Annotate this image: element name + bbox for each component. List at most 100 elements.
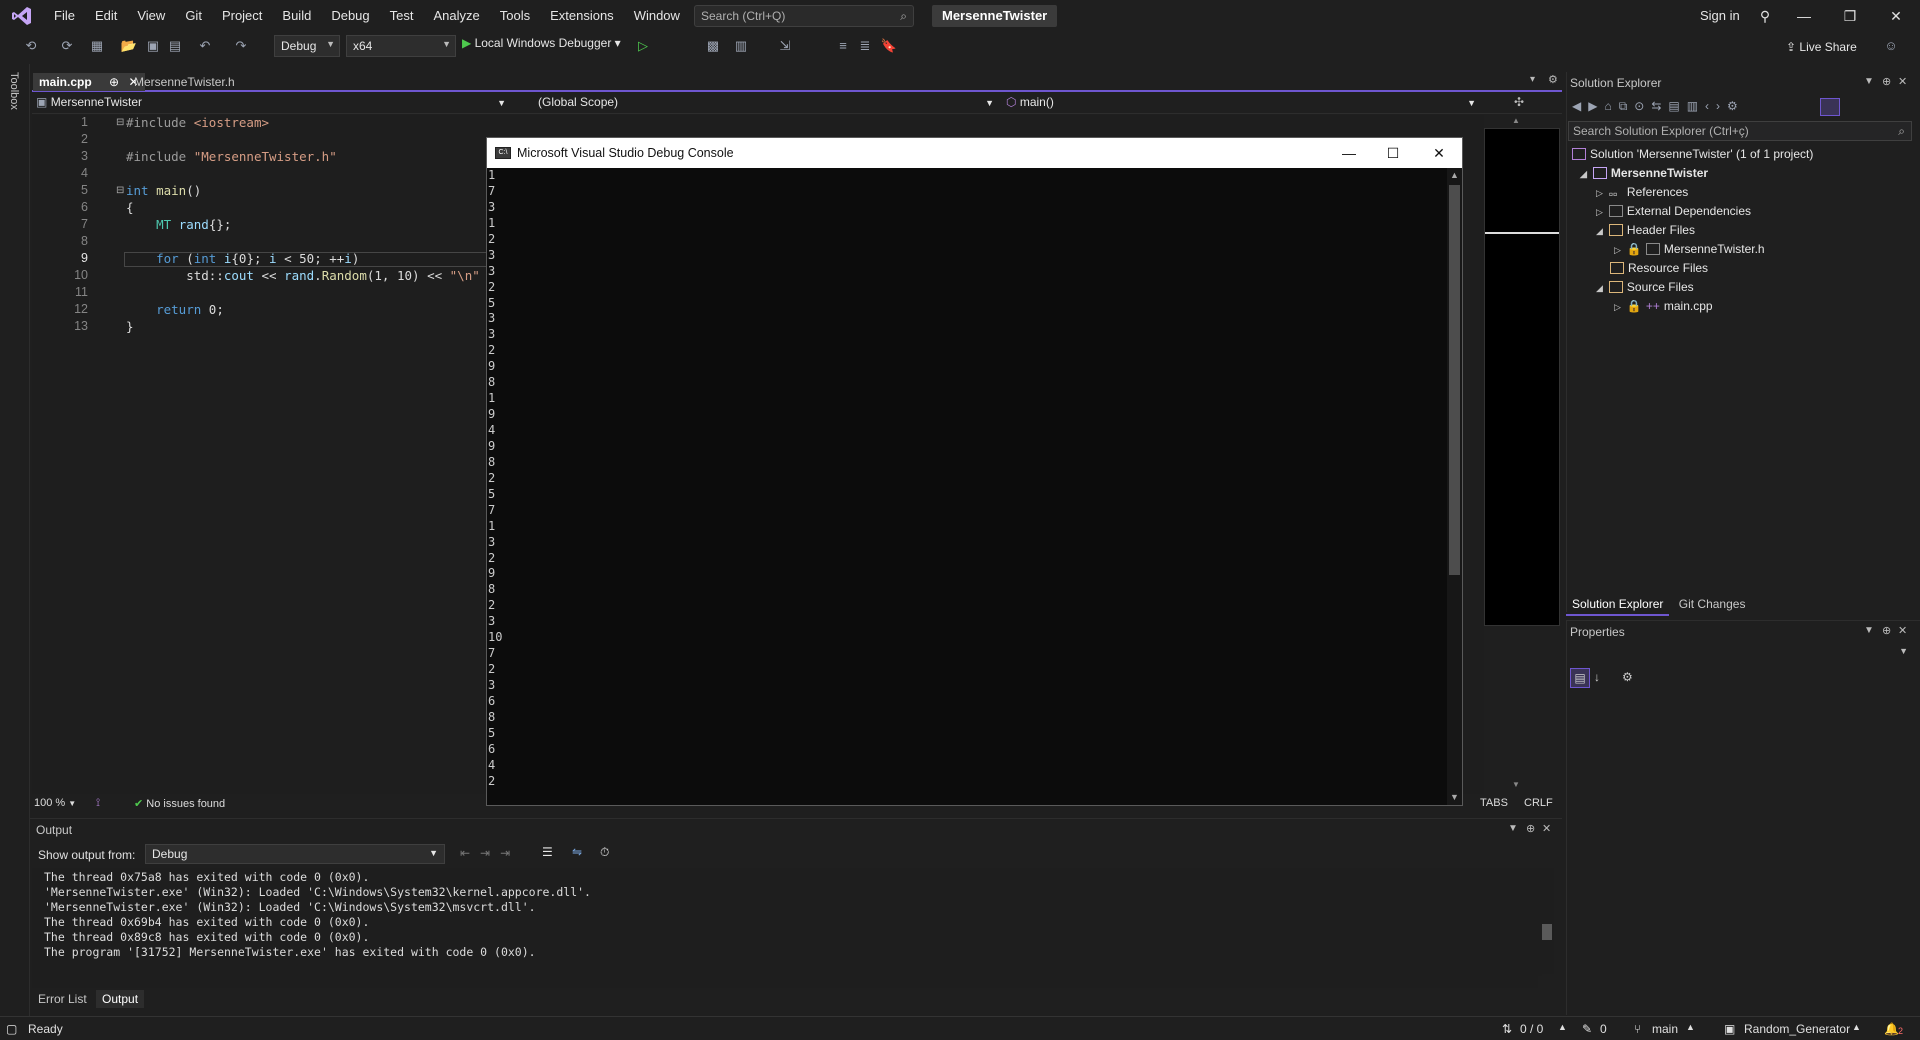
- menu-build[interactable]: Build: [272, 0, 321, 32]
- toolbox-strip[interactable]: Toolbox: [0, 64, 30, 1028]
- console-scroll-thumb[interactable]: [1449, 185, 1460, 575]
- pin-icon[interactable]: ⊕: [1526, 822, 1535, 835]
- alphabetical-icon[interactable]: ↓: [1594, 670, 1600, 684]
- console-maximize-button[interactable]: ☐: [1373, 142, 1413, 164]
- menu-debug[interactable]: Debug: [321, 0, 379, 32]
- back-icon[interactable]: ⟲: [22, 37, 40, 55]
- tree-project[interactable]: ◢ MersenneTwister: [1580, 164, 1708, 183]
- pending-edits[interactable]: 0: [1600, 1022, 1607, 1036]
- intellicode-icon[interactable]: ⟟: [96, 797, 100, 810]
- tab-solution-explorer[interactable]: Solution Explorer: [1566, 594, 1670, 616]
- new-project-icon[interactable]: ▦: [88, 37, 106, 55]
- menu-tools[interactable]: Tools: [490, 0, 540, 32]
- start-without-debugging-icon[interactable]: ▷: [634, 37, 652, 55]
- sync-arrows-icon[interactable]: ⇅: [1502, 1022, 1512, 1036]
- undo-icon[interactable]: ↶: [196, 37, 214, 55]
- solution-search-input[interactable]: Search Solution Explorer (Ctrl+ç) ⌕: [1568, 121, 1912, 141]
- line-ending[interactable]: CRLF: [1524, 797, 1553, 809]
- tree-resource-files[interactable]: Resource Files: [1610, 259, 1708, 278]
- console-scroll-up-icon[interactable]: ▲: [1450, 170, 1459, 180]
- tree-solution[interactable]: Solution 'MersenneTwister' (1 of 1 proje…: [1572, 145, 1813, 164]
- step-icon[interactable]: ⇲: [776, 37, 794, 55]
- tab-output[interactable]: Output: [96, 990, 145, 1008]
- tree-header-files[interactable]: ◢ Header Files: [1596, 221, 1695, 240]
- close-panel-icon[interactable]: ✕: [1898, 75, 1907, 88]
- restore-button[interactable]: ❐: [1830, 4, 1870, 28]
- collapse-icon[interactable]: ⊟: [116, 117, 124, 128]
- sync-status[interactable]: 0 / 0: [1520, 1022, 1543, 1036]
- timestamp-clock-icon[interactable]: ⏱: [600, 845, 609, 860]
- live-share-button[interactable]: ⇪ Live Share: [1786, 40, 1857, 54]
- output-scroll-thumb[interactable]: [1542, 924, 1552, 940]
- pin-icon[interactable]: ⊕: [1882, 624, 1891, 637]
- debug-console-title-bar[interactable]: C:\ Microsoft Visual Studio Debug Consol…: [487, 138, 1462, 168]
- pin-icon[interactable]: ⊕: [1882, 75, 1891, 88]
- split-icon[interactable]: ✣: [1514, 95, 1524, 109]
- branch-name[interactable]: main: [1652, 1022, 1678, 1036]
- collapse-icon[interactable]: ⊟: [116, 185, 124, 196]
- repository-icon[interactable]: ▣: [1724, 1022, 1735, 1036]
- function-dropdown[interactable]: ⬡ main() ▼: [1006, 95, 1482, 113]
- tab-error-list[interactable]: Error List: [32, 990, 93, 1008]
- minimap[interactable]: [1484, 128, 1560, 626]
- tree-references[interactable]: ▷ ▫▫ References: [1596, 183, 1688, 202]
- menu-edit[interactable]: Edit: [85, 0, 127, 32]
- layout-icon[interactable]: ▥: [732, 37, 750, 55]
- panel-menu-chevron-down-icon[interactable]: ▼: [1864, 625, 1874, 636]
- menu-view[interactable]: View: [127, 0, 175, 32]
- forward-icon[interactable]: ⟳: [58, 37, 76, 55]
- scope-dropdown[interactable]: (Global Scope) ▼: [538, 95, 1000, 113]
- menu-extensions[interactable]: Extensions: [540, 0, 624, 32]
- properties-object-select[interactable]: ▼: [1568, 644, 1912, 664]
- configuration-select[interactable]: Debug ▼: [274, 35, 340, 57]
- panel-menu-chevron-down-icon[interactable]: ▼: [1508, 823, 1518, 834]
- scroll-down-icon[interactable]: ▼: [1512, 780, 1520, 789]
- pencil-icon[interactable]: ✎: [1582, 1022, 1592, 1036]
- scroll-up-icon[interactable]: ▲: [1512, 116, 1520, 125]
- tree-external-dependencies[interactable]: ▷ External Dependencies: [1596, 202, 1751, 221]
- panel-menu-chevron-down-icon[interactable]: ▼: [1864, 76, 1874, 87]
- output-toolbar[interactable]: ⇤⇥⇥: [460, 846, 520, 860]
- open-icon[interactable]: 📂: [120, 37, 138, 55]
- close-panel-icon[interactable]: ✕: [1898, 624, 1907, 637]
- console-close-button[interactable]: ✕: [1419, 142, 1459, 164]
- start-debugger-button[interactable]: ▶ Local Windows Debugger ▾: [462, 36, 621, 50]
- browse-icon[interactable]: ▩: [704, 37, 722, 55]
- solution-explorer-toolbar[interactable]: ◀▶⌂⧉⊙⇆▤▥‹›⚙: [1572, 99, 1745, 114]
- bookmark-icon[interactable]: 🔖: [880, 37, 898, 55]
- notifications-count[interactable]: 2: [1898, 1026, 1903, 1036]
- indent-mode[interactable]: TABS: [1480, 797, 1508, 809]
- console-minimize-button[interactable]: —: [1329, 142, 1369, 164]
- console-scroll-down-icon[interactable]: ▼: [1450, 792, 1459, 802]
- tab-git-changes[interactable]: Git Changes: [1673, 594, 1752, 614]
- menu-git[interactable]: Git: [175, 0, 212, 32]
- tab-mersennetwister-h[interactable]: MersenneTwister.h: [128, 73, 241, 91]
- menu-test[interactable]: Test: [380, 0, 424, 32]
- visual-studio-logo-icon[interactable]: [0, 0, 44, 32]
- output-scrollbar[interactable]: [1540, 868, 1554, 974]
- property-pages-icon[interactable]: ⚙: [1622, 670, 1633, 684]
- save-icon[interactable]: ▣: [144, 37, 162, 55]
- close-panel-icon[interactable]: ✕: [1542, 822, 1551, 835]
- tree-source-files[interactable]: ◢ Source Files: [1596, 278, 1694, 297]
- pin-icon[interactable]: ⊕: [109, 75, 119, 89]
- chevron-up-icon[interactable]: ▲: [1558, 1022, 1567, 1032]
- sign-in-link[interactable]: Sign in: [1700, 8, 1740, 23]
- project-dropdown[interactable]: ▣ MersenneTwister ▼: [36, 95, 512, 113]
- repository-name[interactable]: Random_Generator: [1744, 1022, 1850, 1036]
- save-all-icon[interactable]: ▤: [166, 37, 184, 55]
- menu-file[interactable]: File: [44, 0, 85, 32]
- close-button[interactable]: ✕: [1876, 4, 1916, 28]
- feedback-icon[interactable]: ☺: [1882, 37, 1900, 55]
- minimize-button[interactable]: —: [1784, 4, 1824, 28]
- word-wrap-icon[interactable]: ⇋: [572, 845, 582, 859]
- clear-all-icon[interactable]: ☰: [542, 845, 553, 859]
- zoom-select[interactable]: 100 % ▼: [34, 797, 76, 809]
- chevron-up-icon[interactable]: ▲: [1852, 1022, 1861, 1032]
- solution-name-badge[interactable]: MersenneTwister: [932, 5, 1058, 27]
- menu-window[interactable]: Window: [624, 0, 690, 32]
- debug-console-output[interactable]: 1 7 3 1 2 3 3 2 5 3 3 2 9 8 1 9 4 9 8 2 …: [487, 168, 1447, 805]
- categorized-icon[interactable]: ▤: [1570, 668, 1590, 688]
- preview-selected-icon[interactable]: [1820, 98, 1840, 116]
- comment-icon[interactable]: ≡: [834, 37, 852, 55]
